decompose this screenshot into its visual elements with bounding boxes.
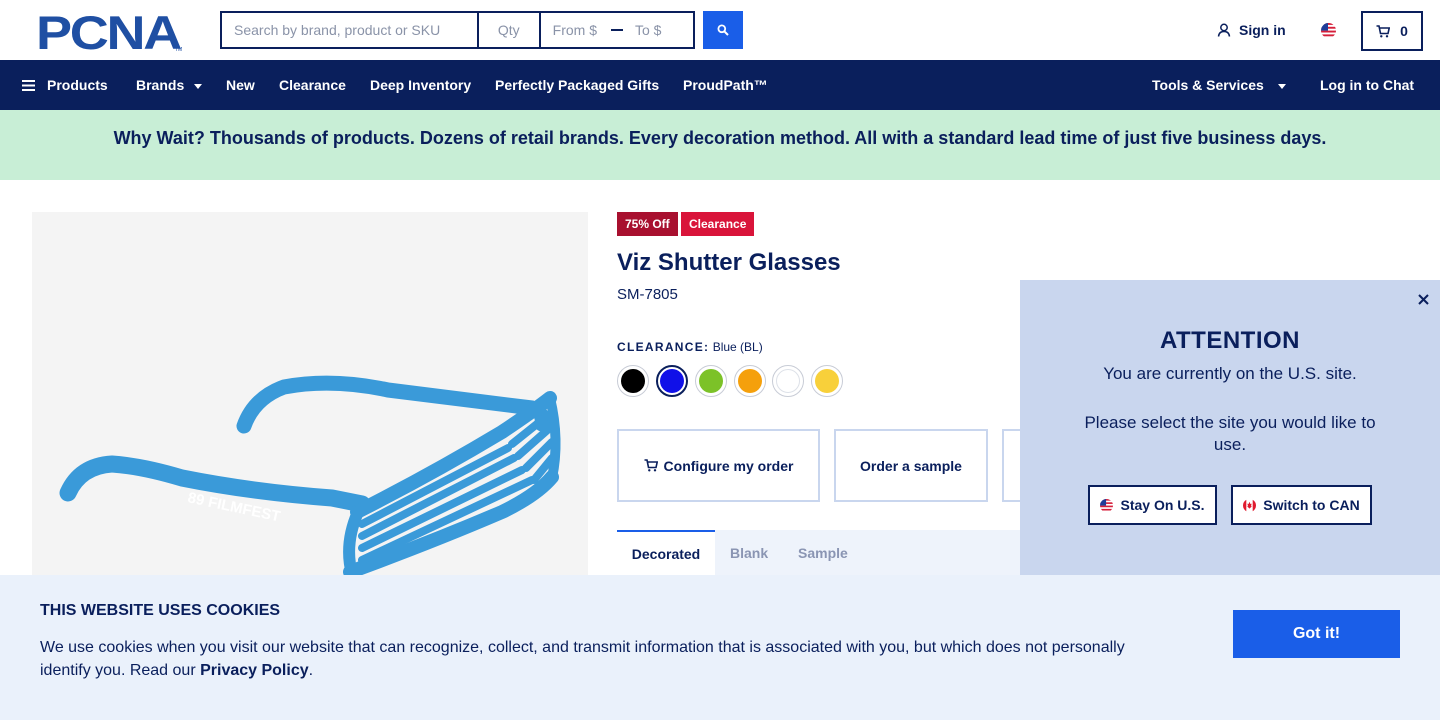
color-swatch-fill (815, 369, 839, 393)
search-bar: Search by brand, product or SKU Qty From… (220, 11, 695, 49)
search-icon (717, 24, 729, 36)
stay-us-label: Stay On U.S. (1120, 497, 1205, 513)
logo-text: PCNA (36, 12, 181, 52)
promo-banner-text: Why Wait? Thousands of products. Dozens … (113, 127, 1327, 148)
us-flag-icon (1100, 498, 1114, 512)
tab-decorated[interactable]: Decorated (617, 530, 715, 575)
color-swatch-white[interactable] (772, 365, 804, 397)
configure-order-label: Configure my order (663, 457, 794, 474)
stay-us-button[interactable]: Stay On U.S. (1088, 485, 1217, 525)
modal-select-text: Please select the site you would like to… (1084, 413, 1376, 454)
menu-icon (22, 79, 35, 91)
order-sample-button[interactable]: Order a sample (834, 429, 988, 502)
shutter-glasses-image: 89 FILMFEST (59, 375, 561, 580)
order-sample-label: Order a sample (860, 457, 962, 474)
nav-products[interactable]: Products (22, 60, 108, 110)
search-button[interactable] (703, 11, 743, 49)
product-image[interactable]: 89 FILMFEST (32, 212, 588, 632)
nav-chat-login[interactable]: Log in to Chat (1320, 60, 1414, 110)
cart-count: 0 (1400, 23, 1408, 39)
color-swatch-fill (621, 369, 645, 393)
color-swatch-black[interactable] (617, 365, 649, 397)
tab-sample[interactable]: Sample (798, 530, 848, 575)
user-icon (1217, 23, 1231, 37)
site-header: PCNA TM Search by brand, product or SKU … (0, 0, 1440, 60)
pcna-logo[interactable]: PCNA TM (36, 12, 184, 52)
close-icon (1417, 293, 1429, 305)
nav-proudpath[interactable]: ProudPath™ (683, 60, 768, 110)
color-swatch-fill (660, 369, 684, 393)
color-swatch-yellow[interactable] (811, 365, 843, 397)
nav-packaged-gifts[interactable]: Perfectly Packaged Gifts (495, 60, 659, 110)
us-flag-icon[interactable] (1321, 23, 1336, 38)
cookie-period: . (308, 662, 314, 679)
product-sku: SM-7805 (617, 286, 678, 303)
cookie-title: THIS WEBSITE USES COOKIES (40, 602, 281, 619)
qty-input[interactable]: Qty (479, 13, 541, 47)
chevron-down-icon (194, 83, 203, 89)
privacy-policy-link[interactable]: Privacy Policy (200, 662, 309, 679)
color-label-value: Blue (BL) (712, 340, 763, 354)
close-button[interactable] (1412, 288, 1434, 310)
nav-deep-inventory[interactable]: Deep Inventory (370, 60, 471, 110)
color-label-heading: CLEARANCE: (617, 340, 710, 354)
canada-flag-icon (1243, 498, 1257, 512)
promo-banner: Why Wait? Thousands of products. Dozens … (0, 110, 1440, 180)
clearance-badge: Clearance (681, 212, 755, 236)
range-dash (610, 29, 623, 31)
color-swatch-fill (699, 369, 723, 393)
cart-icon (1376, 24, 1391, 37)
color-swatch-green[interactable] (695, 365, 727, 397)
nav-tools-label: Tools & Services (1152, 77, 1264, 93)
search-input[interactable]: Search by brand, product or SKU (222, 13, 479, 47)
modal-title: ATTENTION (1159, 327, 1301, 354)
color-label: CLEARANCE: Blue (BL) (617, 340, 763, 354)
price-range: From $ To $ (541, 13, 695, 47)
country-select-modal: ATTENTION You are currently on the U.S. … (1020, 280, 1440, 575)
sign-in-link[interactable]: Sign in (1217, 22, 1286, 38)
cart-button[interactable]: 0 (1361, 11, 1423, 51)
price-to-input[interactable]: To $ (635, 22, 661, 38)
product-title: Viz Shutter Glasses (617, 249, 841, 276)
configure-order-button[interactable]: Configure my order (617, 429, 820, 502)
switch-can-label: Switch to CAN (1263, 497, 1360, 513)
nav-clearance[interactable]: Clearance (279, 60, 346, 110)
modal-current-site-text: You are currently on the U.S. site. (1103, 364, 1357, 383)
nav-tools-services[interactable]: Tools & Services (1152, 60, 1286, 110)
nav-products-label: Products (47, 77, 108, 93)
main-nav: Products Brands New Clearance Deep Inven… (0, 60, 1440, 110)
cookie-text: We use cookies when you visit our websit… (40, 636, 1150, 682)
svg-text:TM: TM (175, 47, 182, 52)
discount-badge: 75% Off (617, 212, 678, 236)
cart-icon (644, 459, 658, 472)
nav-brands[interactable]: Brands (136, 60, 203, 110)
nav-brands-label: Brands (136, 77, 185, 93)
sign-in-label: Sign in (1239, 22, 1286, 38)
color-swatch-fill (776, 369, 800, 393)
color-swatch-fill (738, 369, 762, 393)
price-from-input[interactable]: From $ (553, 22, 597, 38)
chevron-down-icon (1277, 83, 1286, 89)
cookie-consent-bar: THIS WEBSITE USES COOKIES We use cookies… (0, 575, 1440, 720)
color-swatch-orange[interactable] (734, 365, 766, 397)
color-swatch-blue[interactable] (656, 365, 688, 397)
accept-cookies-button[interactable]: Got it! (1233, 610, 1400, 658)
nav-new[interactable]: New (226, 60, 255, 110)
tab-blank[interactable]: Blank (730, 530, 768, 575)
switch-can-button[interactable]: Switch to CAN (1231, 485, 1372, 525)
